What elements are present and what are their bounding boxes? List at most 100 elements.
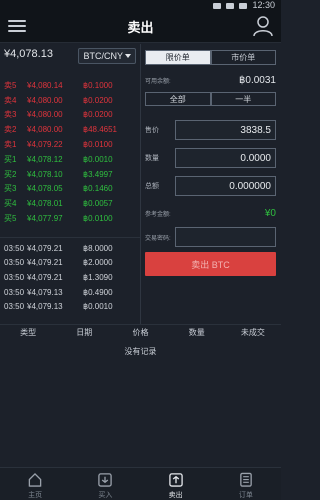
bid-price: ¥4,078.12 [27,154,63,164]
ask-row[interactable]: 卖5 ¥4,080.14 ฿0.1000 [0,78,140,93]
trade-amount: ฿2.0000 [83,258,113,268]
price-label: 售价 [145,127,159,134]
menu-icon[interactable] [8,18,26,34]
ask-price: ¥4,079.22 [27,140,63,150]
ask-row[interactable]: 卖4 ¥4,080.00 ฿0.0200 [0,93,140,108]
order-book: ¥4,078.13 BTC/CNY 卖5 ¥4,080.14 ฿0.1000 卖4 ¥… [0,44,140,324]
orders-icon [240,472,252,487]
nav-home-label: 主页 [28,492,43,499]
trade-amount: ฿8.0000 [83,243,113,253]
app-header: 卖出 [0,11,281,43]
password-input[interactable] [175,227,276,247]
half-button[interactable]: 一半 [210,92,276,106]
sell-form: 限价单 市价单 可用余额: ฿0.0031 全部 一半 售价 3838.5 数量… [145,44,276,247]
trade-amount: ฿1.3090 [83,272,113,282]
bid-label: 买3 [4,184,17,194]
bid-label: 买5 [4,214,17,224]
bid-amount: ฿0.0010 [83,154,113,164]
bid-amount: ฿0.1460 [83,184,113,194]
ask-amount: ฿0.0200 [83,95,113,105]
status-bar: 12:30 [0,0,281,11]
quantity-row: 数量 0.0000 [145,148,276,168]
price-input[interactable]: 3838.5 [175,120,276,140]
bid-amount: ฿0.0100 [83,214,113,224]
home-icon [28,472,42,487]
bid-row[interactable]: 买4 ¥4,078.01 ฿0.0057 [0,196,140,211]
buy-icon [98,473,113,487]
tab-limit-order[interactable]: 限价单 [145,50,211,65]
bid-row[interactable]: 买3 ¥4,078.05 ฿0.1460 [0,182,140,197]
trade-price: ¥4,079.13 [27,287,63,297]
bid-price: ¥4,077.97 [27,214,63,224]
reference-label: 参考金额: [145,211,171,218]
trade-time: 03:50 [4,287,25,297]
nav-orders-label: 订单 [238,492,253,499]
ask-amount: ฿0.0200 [83,110,113,120]
total-label: 总额 [145,183,159,190]
trade-time: 03:50 [4,272,25,282]
ask-row[interactable]: 卖3 ¥4,080.00 ฿0.0200 [0,108,140,123]
nav-buy[interactable]: 买入 [70,468,140,500]
trade-price: ¥4,079.21 [27,258,63,268]
divider [0,226,140,238]
empty-orders-text: 没有记录 [124,347,157,356]
order-type-tabs: 限价单 市价单 [145,50,276,65]
bid-amount: ฿3.4997 [83,169,113,179]
bid-label: 买4 [4,199,17,209]
password-label: 交易密码: [145,235,171,242]
recent-trades: 03:50 ¥4,079.21 ฿8.0000 03:50 ¥4,079.21 ฿2.0… [0,241,140,314]
col-unfilled: 未成交 [240,328,265,337]
trade-time: 03:50 [4,302,25,312]
orders-table-header: 类型 日期 价格 数量 未成交 [0,324,281,340]
column-divider [140,44,141,324]
total-row: 总额 0.000000 [145,176,276,196]
nav-orders[interactable]: 订单 [211,468,281,500]
ask-amount: ฿48.4651 [83,125,118,135]
ask-row[interactable]: 卖2 ¥4,080.00 ฿48.4651 [0,122,140,137]
bid-row[interactable]: 买2 ¥4,078.10 ฿3.4997 [0,167,140,182]
quantity-input[interactable]: 0.0000 [175,148,276,168]
total-input[interactable]: 0.000000 [175,176,276,196]
trade-row: 03:50 ¥4,079.21 ฿2.0000 [0,256,140,271]
ask-amount: ฿0.0100 [83,140,113,150]
bid-amount: ฿0.0057 [83,199,113,209]
trade-row: 03:50 ¥4,079.21 ฿1.3090 [0,270,140,285]
pair-select[interactable]: BTC/CNY [78,48,136,64]
bid-row[interactable]: 买1 ¥4,078.12 ฿0.0010 [0,152,140,167]
sell-icon [168,473,183,487]
trade-price: ¥4,079.13 [27,302,63,312]
ask-label: 卖3 [4,110,17,120]
trade-price: ¥4,079.21 [27,243,63,253]
nav-home[interactable]: 主页 [0,468,70,500]
price-row: 售价 3838.5 [145,120,276,140]
ask-label: 卖4 [4,95,17,105]
all-button[interactable]: 全部 [145,92,211,106]
reference-value: ¥0 [264,207,276,219]
ask-price: ¥4,080.00 [27,110,63,120]
ask-label: 卖5 [4,80,17,90]
bid-row[interactable]: 买5 ¥4,077.97 ฿0.0100 [0,211,140,226]
col-amount: 数量 [188,328,205,337]
wifi-icon [226,2,235,9]
trade-time: 03:50 [4,258,25,268]
trade-price: ¥4,079.21 [27,272,63,282]
ask-label: 卖1 [4,140,17,150]
col-price: 价格 [132,328,149,337]
trade-time: 03:50 [4,243,25,253]
password-row: 交易密码: [145,227,276,247]
chevron-down-icon [125,54,131,58]
bid-price: ¥4,078.05 [27,184,63,194]
ask-row[interactable]: 卖1 ¥4,079.22 ฿0.0100 [0,137,140,152]
bid-price: ¥4,078.01 [27,199,63,209]
reference-amount: 参考金额: ¥0 [145,206,276,220]
nav-sell[interactable]: 卖出 [141,468,211,500]
trade-row: 03:50 ¥4,079.13 ฿0.0010 [0,299,140,314]
col-type: 类型 [20,328,37,337]
ask-label: 卖2 [4,125,17,135]
sell-button[interactable]: 卖出 BTC [145,252,276,276]
tab-market-order[interactable]: 市价单 [210,50,276,65]
user-icon[interactable] [253,15,273,37]
ask-price: ¥4,080.14 [27,80,63,90]
ask-price: ¥4,080.00 [27,95,63,105]
battery-icon [239,2,248,9]
